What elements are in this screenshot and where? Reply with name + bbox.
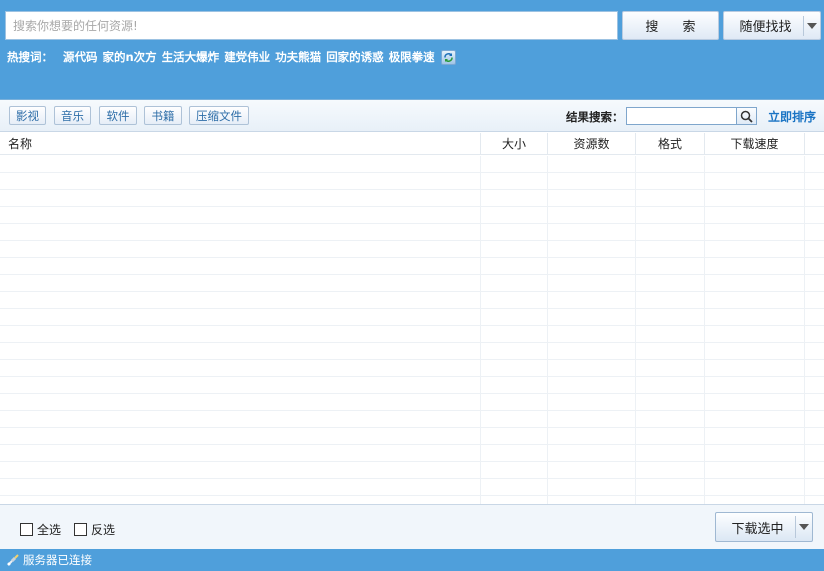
table-row bbox=[0, 445, 824, 462]
select-all-checkbox[interactable]: 全选 bbox=[20, 521, 61, 538]
table-row bbox=[0, 258, 824, 275]
search-icon[interactable] bbox=[736, 107, 757, 125]
table-row bbox=[0, 292, 824, 309]
category-toolbar: 影视 音乐 软件 书籍 压缩文件 结果搜索： 立即排序 bbox=[0, 100, 824, 132]
status-bar: 服务器已连接 bbox=[0, 549, 824, 571]
chevron-down-icon[interactable] bbox=[796, 524, 812, 530]
sort-now-link[interactable]: 立即排序 bbox=[768, 108, 816, 125]
table-row bbox=[0, 156, 824, 173]
random-find-button[interactable]: 随便找找 bbox=[723, 11, 821, 40]
column-header-sources[interactable]: 资源数 bbox=[548, 133, 636, 155]
table-row bbox=[0, 360, 824, 377]
table-header: 名称 大小 资源数 格式 下载速度 bbox=[0, 133, 824, 155]
bottom-bar: 全选 反选 下载选中 bbox=[0, 504, 824, 550]
checkbox-box[interactable] bbox=[20, 523, 33, 536]
top-search-area: 搜 索 随便找找 热搜词： 源代码 家的n次方 生活大爆炸 建党伟业 功夫熊猫 … bbox=[0, 0, 824, 100]
table-row bbox=[0, 309, 824, 326]
table-row bbox=[0, 411, 824, 428]
column-header-size[interactable]: 大小 bbox=[481, 133, 548, 155]
hot-keyword[interactable]: 回家的诱惑 bbox=[326, 49, 384, 65]
column-header-speed[interactable]: 下载速度 bbox=[705, 133, 805, 155]
invert-selection-checkbox[interactable]: 反选 bbox=[74, 521, 115, 538]
table-row bbox=[0, 224, 824, 241]
result-search-label: 结果搜索： bbox=[566, 110, 624, 124]
refresh-icon[interactable] bbox=[440, 49, 456, 65]
results-panel: 影视 音乐 软件 书籍 压缩文件 结果搜索： 立即排序 名称 大小 资源数 格式… bbox=[0, 99, 824, 550]
column-header-name[interactable]: 名称 bbox=[0, 133, 481, 155]
table-row bbox=[0, 207, 824, 224]
hot-keyword[interactable]: 功夫熊猫 bbox=[275, 49, 321, 65]
hot-keyword[interactable]: 生活大爆炸 bbox=[162, 49, 220, 65]
table-row bbox=[0, 462, 824, 479]
table-row bbox=[0, 343, 824, 360]
invert-selection-label: 反选 bbox=[91, 523, 116, 537]
status-text: 服务器已连接 bbox=[23, 553, 92, 567]
column-header-format[interactable]: 格式 bbox=[636, 133, 705, 155]
download-selected-button[interactable]: 下载选中 bbox=[715, 512, 813, 542]
table-row bbox=[0, 479, 824, 496]
download-selected-label: 下载选中 bbox=[731, 521, 784, 537]
random-find-label: 随便找找 bbox=[739, 20, 792, 35]
table-row bbox=[0, 190, 824, 207]
category-software[interactable]: 软件 bbox=[99, 106, 137, 125]
results-table-body bbox=[0, 156, 824, 504]
select-all-label: 全选 bbox=[37, 523, 62, 537]
table-row bbox=[0, 275, 824, 292]
hot-keywords-title: 热搜词： bbox=[7, 50, 53, 64]
hot-keyword[interactable]: 源代码 bbox=[63, 49, 98, 65]
search-button[interactable]: 搜 索 bbox=[622, 11, 719, 40]
checkbox-box[interactable] bbox=[74, 523, 87, 536]
table-row bbox=[0, 428, 824, 445]
chevron-down-icon[interactable] bbox=[804, 22, 820, 29]
hot-keywords: 热搜词： 源代码 家的n次方 生活大爆炸 建党伟业 功夫熊猫 回家的诱惑 极限拳… bbox=[7, 49, 456, 65]
table-row bbox=[0, 173, 824, 190]
category-video[interactable]: 影视 bbox=[9, 106, 46, 125]
hot-keyword[interactable]: 家的n次方 bbox=[103, 49, 157, 65]
hot-keyword[interactable]: 极限拳速 bbox=[389, 49, 435, 65]
table-row bbox=[0, 394, 824, 411]
result-search-input[interactable] bbox=[626, 107, 737, 125]
hot-keyword[interactable]: 建党伟业 bbox=[224, 49, 270, 65]
table-row bbox=[0, 241, 824, 258]
category-archives[interactable]: 压缩文件 bbox=[189, 106, 249, 125]
search-input[interactable] bbox=[5, 11, 618, 40]
category-books[interactable]: 书籍 bbox=[144, 106, 182, 125]
table-row bbox=[0, 377, 824, 394]
connection-icon bbox=[6, 553, 20, 567]
category-music[interactable]: 音乐 bbox=[54, 106, 91, 125]
table-row bbox=[0, 326, 824, 343]
